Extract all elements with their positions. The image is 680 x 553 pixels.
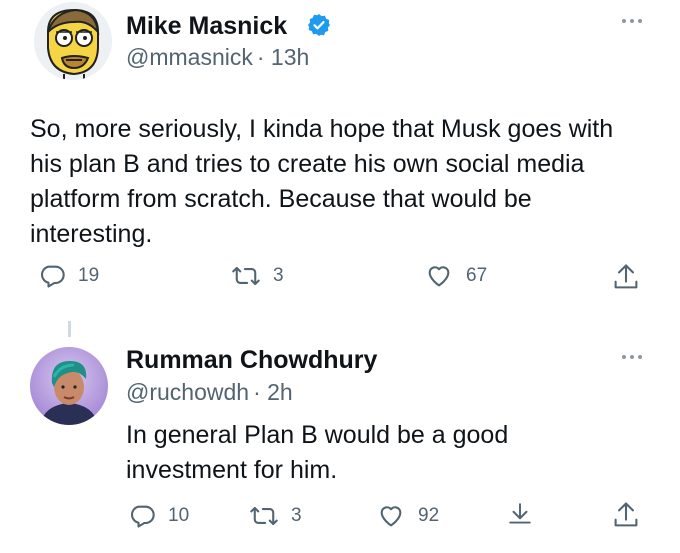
- like-icon: [428, 266, 450, 287]
- avatar-cartoon-icon: [34, 2, 112, 80]
- like-count: 67: [466, 265, 488, 286]
- author-handle[interactable]: @mmasnick: [126, 44, 253, 70]
- tweet-text: So, more seriously, I kinda hope that Mu…: [30, 115, 614, 248]
- reply-count: 10: [168, 505, 190, 526]
- thread-connector-line: [68, 321, 71, 337]
- avatar[interactable]: [34, 2, 112, 80]
- like-count: 92: [418, 505, 440, 526]
- more-icon[interactable]: [622, 350, 652, 364]
- like-button[interactable]: 67: [424, 262, 487, 290]
- tweet-mike-masnick: Mike Masnick @mmasnick · 13h So, more ser…: [0, 0, 680, 320]
- retweet-count: 3: [273, 265, 284, 286]
- author-handle-line: @ruchowdh · 2h: [126, 379, 293, 406]
- tweet-time[interactable]: · 13h: [257, 44, 309, 70]
- bookmark-download-icon: [509, 503, 531, 524]
- tweet-rumman-chowdhury: Rumman Chowdhury @ruchowdh · 2h In genera…: [0, 340, 680, 553]
- share-button[interactable]: [612, 500, 640, 530]
- share-icon: [614, 264, 638, 289]
- author-name[interactable]: Mike Masnick: [126, 12, 287, 41]
- reply-count: 19: [78, 265, 100, 286]
- retweet-button[interactable]: 3: [249, 502, 302, 530]
- share-icon: [614, 502, 638, 527]
- bookmark-download-button[interactable]: [507, 500, 533, 530]
- tweet-text: In general Plan B would be a good invest…: [126, 421, 509, 484]
- avatar[interactable]: [30, 347, 108, 425]
- tweet-time[interactable]: · 2h: [253, 379, 293, 405]
- author-handle[interactable]: @ruchowdh: [126, 379, 249, 405]
- like-button[interactable]: 92: [376, 502, 439, 530]
- retweet-icon: [232, 266, 260, 286]
- more-icon[interactable]: [622, 14, 652, 28]
- reply-icon: [130, 505, 155, 528]
- retweet-icon: [250, 506, 278, 526]
- author-handle-line: @mmasnick · 13h: [126, 44, 309, 71]
- reply-button[interactable]: 19: [38, 262, 99, 290]
- like-icon: [380, 506, 402, 527]
- reply-button[interactable]: 10: [128, 502, 189, 530]
- retweet-count: 3: [291, 505, 302, 526]
- share-button[interactable]: [612, 262, 640, 292]
- reply-icon: [40, 265, 65, 288]
- verified-badge-icon: [308, 14, 330, 36]
- author-name[interactable]: Rumman Chowdhury: [126, 346, 377, 375]
- retweet-button[interactable]: 3: [231, 262, 284, 290]
- avatar-portrait-icon: [30, 347, 108, 425]
